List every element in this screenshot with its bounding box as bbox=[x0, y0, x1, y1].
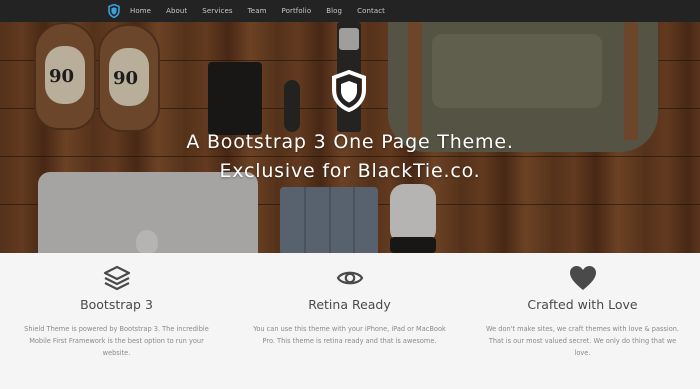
nav-item-contact[interactable]: Contact bbox=[357, 7, 385, 15]
hero-headline-line1: A Bootstrap 3 One Page Theme. bbox=[186, 131, 514, 153]
feature-title: Bootstrap 3 bbox=[80, 297, 153, 312]
nav-menu: Home About Services Team Portfolio Blog … bbox=[130, 0, 400, 22]
feature-text: You can use this theme with your iPhone,… bbox=[253, 325, 446, 345]
hero-headline-line2: Exclusive for BlackTie.co. bbox=[219, 160, 481, 182]
nav-item-blog[interactable]: Blog bbox=[326, 7, 342, 15]
navbar: Home About Services Team Portfolio Blog … bbox=[0, 0, 700, 22]
feature-title: Crafted with Love bbox=[527, 297, 638, 312]
nav-item-portfolio[interactable]: Portfolio bbox=[282, 7, 312, 15]
nav-item-home[interactable]: Home bbox=[130, 7, 151, 15]
features-section: Bootstrap 3 Shield Theme is powered by B… bbox=[0, 253, 700, 389]
nav-item-team[interactable]: Team bbox=[248, 7, 267, 15]
feature-text: Shield Theme is powered by Bootstrap 3. … bbox=[24, 325, 209, 357]
nav-item-services[interactable]: Services bbox=[202, 7, 232, 15]
eye-icon bbox=[336, 271, 364, 285]
nav-item-about[interactable]: About bbox=[166, 7, 187, 15]
layers-icon bbox=[103, 265, 131, 291]
feature-text: We don't make sites, we craft themes wit… bbox=[485, 325, 680, 357]
shield-icon bbox=[332, 70, 366, 112]
feature-title: Retina Ready bbox=[308, 297, 391, 312]
hero-banner: 90 90 A Bootstrap 3 One Page Theme. Excl… bbox=[0, 22, 700, 253]
heart-icon bbox=[570, 266, 596, 290]
shield-icon[interactable] bbox=[108, 4, 120, 18]
